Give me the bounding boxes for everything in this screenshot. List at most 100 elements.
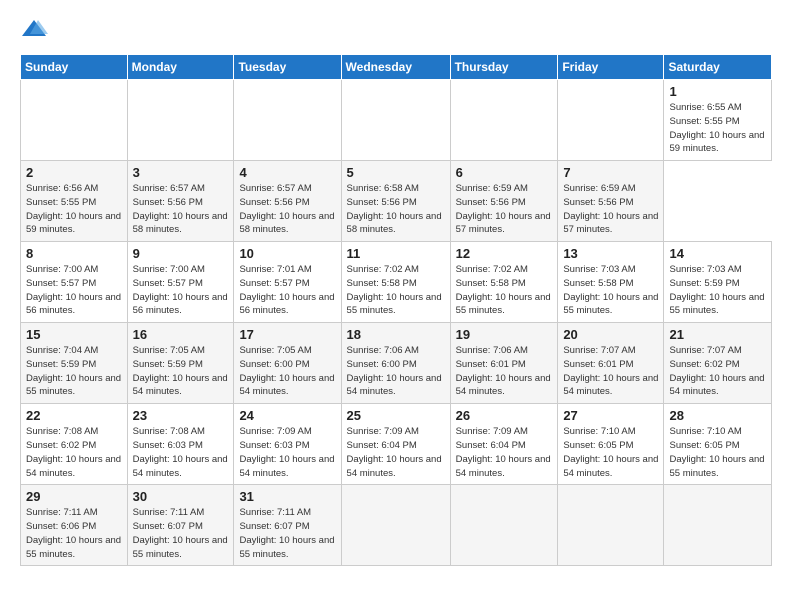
calendar-cell: 21Sunrise: 7:07 AMSunset: 6:02 PMDayligh…	[664, 323, 772, 404]
day-number: 15	[26, 327, 122, 342]
calendar-cell: 5Sunrise: 6:58 AMSunset: 5:56 PMDaylight…	[341, 161, 450, 242]
header-day-wednesday: Wednesday	[341, 55, 450, 80]
day-number: 17	[239, 327, 335, 342]
day-info: Sunrise: 6:57 AMSunset: 5:56 PMDaylight:…	[133, 182, 229, 237]
week-row-3: 15 Sunrise: 7:04 AMSunset: 5:59 PMDayligh…	[21, 323, 772, 404]
header-day-tuesday: Tuesday	[234, 55, 341, 80]
page: SundayMondayTuesdayWednesdayThursdayFrid…	[0, 0, 792, 612]
week-row-1: 2Sunrise: 6:56 AMSunset: 5:55 PMDaylight…	[21, 161, 772, 242]
calendar-cell: 3 Sunrise: 6:57 AMSunset: 5:56 PMDaylight…	[127, 161, 234, 242]
day-info: Sunrise: 6:59 AMSunset: 5:56 PMDaylight:…	[456, 182, 553, 237]
day-number: 31	[239, 489, 335, 504]
calendar-cell: 26 Sunrise: 7:09 AMSunset: 6:04 PMDayligh…	[450, 404, 558, 485]
calendar-cell	[664, 485, 772, 566]
calendar-cell: 6 Sunrise: 6:59 AMSunset: 5:56 PMDaylight…	[450, 161, 558, 242]
logo	[20, 16, 52, 44]
day-info: Sunrise: 7:09 AMSunset: 6:04 PMDaylight:…	[347, 425, 445, 480]
day-info: Sunrise: 7:03 AMSunset: 5:59 PMDaylight:…	[669, 263, 766, 318]
logo-icon	[20, 16, 48, 44]
calendar-cell: 8Sunrise: 7:00 AMSunset: 5:57 PMDaylight…	[21, 242, 128, 323]
day-info: Sunrise: 7:06 AMSunset: 6:01 PMDaylight:…	[456, 344, 553, 399]
calendar-cell: 2Sunrise: 6:56 AMSunset: 5:55 PMDaylight…	[21, 161, 128, 242]
calendar-cell: 12Sunrise: 7:02 AMSunset: 5:58 PMDayligh…	[450, 242, 558, 323]
day-info: Sunrise: 7:04 AMSunset: 5:59 PMDaylight:…	[26, 344, 122, 399]
week-row-5: 29 Sunrise: 7:11 AMSunset: 6:06 PMDayligh…	[21, 485, 772, 566]
day-number: 6	[456, 165, 553, 180]
day-number: 26	[456, 408, 553, 423]
calendar-cell: 28 Sunrise: 7:10 AMSunset: 6:05 PMDayligh…	[664, 404, 772, 485]
header-day-friday: Friday	[558, 55, 664, 80]
calendar-cell: 27 Sunrise: 7:10 AMSunset: 6:05 PMDayligh…	[558, 404, 664, 485]
day-info: Sunrise: 7:10 AMSunset: 6:05 PMDaylight:…	[563, 425, 658, 480]
header	[20, 16, 772, 44]
day-info: Sunrise: 7:08 AMSunset: 6:02 PMDaylight:…	[26, 425, 122, 480]
day-number: 1	[669, 84, 766, 99]
day-number: 14	[669, 246, 766, 261]
day-number: 20	[563, 327, 658, 342]
day-info: Sunrise: 7:08 AMSunset: 6:03 PMDaylight:…	[133, 425, 229, 480]
day-number: 7	[563, 165, 658, 180]
calendar-cell: 9Sunrise: 7:00 AMSunset: 5:57 PMDaylight…	[127, 242, 234, 323]
day-number: 29	[26, 489, 122, 504]
day-info: Sunrise: 7:11 AMSunset: 6:06 PMDaylight:…	[26, 506, 122, 561]
day-info: Sunrise: 7:10 AMSunset: 6:05 PMDaylight:…	[669, 425, 766, 480]
day-info: Sunrise: 6:59 AMSunset: 5:56 PMDaylight:…	[563, 182, 658, 237]
day-info: Sunrise: 6:57 AMSunset: 5:56 PMDaylight:…	[239, 182, 335, 237]
calendar-cell: 4 Sunrise: 6:57 AMSunset: 5:56 PMDaylight…	[234, 161, 341, 242]
calendar-cell: 7 Sunrise: 6:59 AMSunset: 5:56 PMDaylight…	[558, 161, 664, 242]
day-number: 28	[669, 408, 766, 423]
day-number: 16	[133, 327, 229, 342]
calendar-cell: 29 Sunrise: 7:11 AMSunset: 6:06 PMDayligh…	[21, 485, 128, 566]
week-row-4: 22 Sunrise: 7:08 AMSunset: 6:02 PMDayligh…	[21, 404, 772, 485]
day-number: 18	[347, 327, 445, 342]
calendar-cell: 10Sunrise: 7:01 AMSunset: 5:57 PMDayligh…	[234, 242, 341, 323]
day-info: Sunrise: 7:02 AMSunset: 5:58 PMDaylight:…	[347, 263, 445, 318]
calendar-cell	[450, 485, 558, 566]
header-day-thursday: Thursday	[450, 55, 558, 80]
day-number: 30	[133, 489, 229, 504]
day-info: Sunrise: 7:07 AMSunset: 6:02 PMDaylight:…	[669, 344, 766, 399]
calendar-cell: 15 Sunrise: 7:04 AMSunset: 5:59 PMDayligh…	[21, 323, 128, 404]
calendar-cell: 1Sunrise: 6:55 AMSunset: 5:55 PMDaylight…	[664, 80, 772, 161]
calendar-cell	[450, 80, 558, 161]
day-info: Sunrise: 7:05 AMSunset: 5:59 PMDaylight:…	[133, 344, 229, 399]
day-number: 19	[456, 327, 553, 342]
calendar-cell	[21, 80, 128, 161]
day-number: 22	[26, 408, 122, 423]
day-info: Sunrise: 7:06 AMSunset: 6:00 PMDaylight:…	[347, 344, 445, 399]
calendar-cell: 11Sunrise: 7:02 AMSunset: 5:58 PMDayligh…	[341, 242, 450, 323]
calendar-cell: 31 Sunrise: 7:11 AMSunset: 6:07 PMDayligh…	[234, 485, 341, 566]
calendar-cell: 14 Sunrise: 7:03 AMSunset: 5:59 PMDayligh…	[664, 242, 772, 323]
calendar-cell: 18 Sunrise: 7:06 AMSunset: 6:00 PMDayligh…	[341, 323, 450, 404]
day-info: Sunrise: 7:11 AMSunset: 6:07 PMDaylight:…	[239, 506, 335, 561]
day-info: Sunrise: 7:07 AMSunset: 6:01 PMDaylight:…	[563, 344, 658, 399]
day-number: 23	[133, 408, 229, 423]
calendar-cell: 30Sunrise: 7:11 AMSunset: 6:07 PMDayligh…	[127, 485, 234, 566]
calendar-cell: 20 Sunrise: 7:07 AMSunset: 6:01 PMDayligh…	[558, 323, 664, 404]
day-info: Sunrise: 6:56 AMSunset: 5:55 PMDaylight:…	[26, 182, 122, 237]
calendar-cell	[558, 80, 664, 161]
day-number: 13	[563, 246, 658, 261]
day-info: Sunrise: 7:09 AMSunset: 6:04 PMDaylight:…	[456, 425, 553, 480]
day-number: 24	[239, 408, 335, 423]
calendar-cell: 13Sunrise: 7:03 AMSunset: 5:58 PMDayligh…	[558, 242, 664, 323]
calendar-cell: 24Sunrise: 7:09 AMSunset: 6:03 PMDayligh…	[234, 404, 341, 485]
calendar-cell: 25Sunrise: 7:09 AMSunset: 6:04 PMDayligh…	[341, 404, 450, 485]
day-number: 3	[133, 165, 229, 180]
calendar-cell: 19 Sunrise: 7:06 AMSunset: 6:01 PMDayligh…	[450, 323, 558, 404]
week-row-2: 8Sunrise: 7:00 AMSunset: 5:57 PMDaylight…	[21, 242, 772, 323]
calendar-header: SundayMondayTuesdayWednesdayThursdayFrid…	[21, 55, 772, 80]
calendar-cell	[341, 80, 450, 161]
calendar-cell: 16 Sunrise: 7:05 AMSunset: 5:59 PMDayligh…	[127, 323, 234, 404]
day-info: Sunrise: 7:00 AMSunset: 5:57 PMDaylight:…	[26, 263, 122, 318]
calendar-cell: 22 Sunrise: 7:08 AMSunset: 6:02 PMDayligh…	[21, 404, 128, 485]
day-number: 27	[563, 408, 658, 423]
day-info: Sunrise: 7:00 AMSunset: 5:57 PMDaylight:…	[133, 263, 229, 318]
day-number: 4	[239, 165, 335, 180]
header-day-sunday: Sunday	[21, 55, 128, 80]
header-row: SundayMondayTuesdayWednesdayThursdayFrid…	[21, 55, 772, 80]
calendar-cell	[341, 485, 450, 566]
calendar-cell	[234, 80, 341, 161]
week-row-0: 1Sunrise: 6:55 AMSunset: 5:55 PMDaylight…	[21, 80, 772, 161]
calendar-cell	[127, 80, 234, 161]
